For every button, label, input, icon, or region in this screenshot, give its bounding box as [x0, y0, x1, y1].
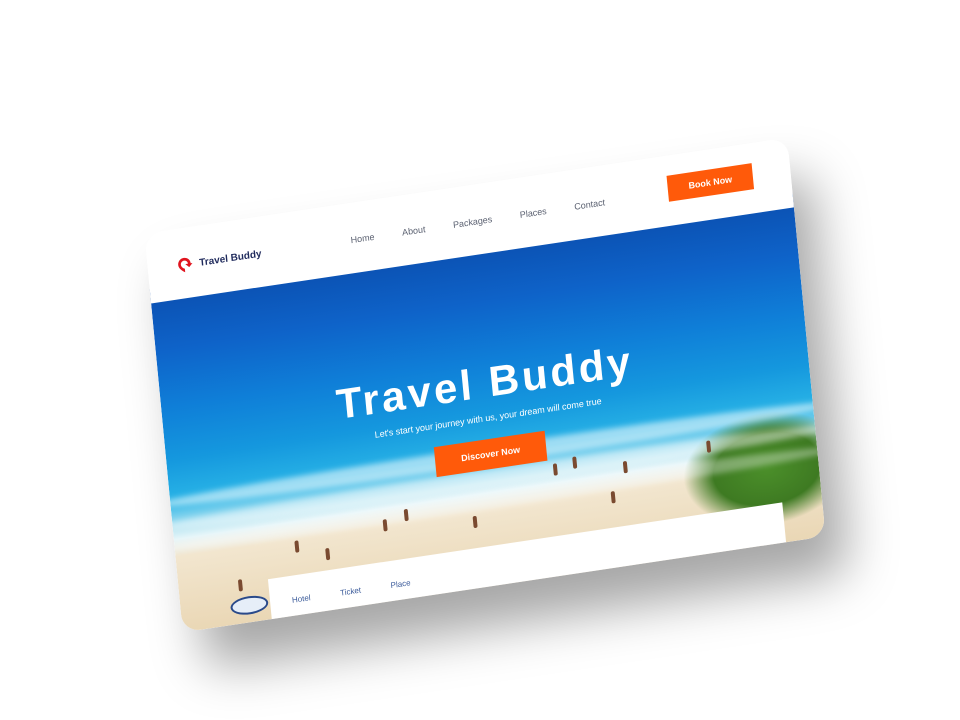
nav-about[interactable]: About — [402, 224, 426, 237]
stage: Travel Buddy Home About Packages Places … — [0, 0, 960, 720]
nav-contact[interactable]: Contact — [574, 197, 606, 212]
beach-person — [294, 540, 300, 553]
main-nav: Home About Packages Places Contact — [350, 197, 605, 245]
tab-ticket[interactable]: Ticket — [340, 586, 362, 598]
brand-name: Travel Buddy — [198, 248, 263, 269]
book-now-button[interactable]: Book Now — [666, 163, 755, 202]
website-card: Travel Buddy Home About Packages Places … — [144, 137, 826, 633]
brand-logo[interactable]: Travel Buddy — [175, 245, 263, 276]
beach-person — [237, 579, 243, 592]
nav-packages[interactable]: Packages — [453, 214, 493, 230]
location-pin-icon — [178, 257, 193, 273]
booking-tabs: Hotel Ticket Place — [292, 578, 411, 605]
beach-person — [610, 491, 616, 504]
beach-person — [325, 547, 331, 561]
tab-place[interactable]: Place — [390, 578, 411, 590]
nav-home[interactable]: Home — [350, 232, 375, 246]
beach-person — [472, 515, 478, 529]
tab-hotel[interactable]: Hotel — [292, 593, 311, 605]
nav-places[interactable]: Places — [519, 206, 547, 220]
inflatable-boat — [229, 593, 270, 618]
